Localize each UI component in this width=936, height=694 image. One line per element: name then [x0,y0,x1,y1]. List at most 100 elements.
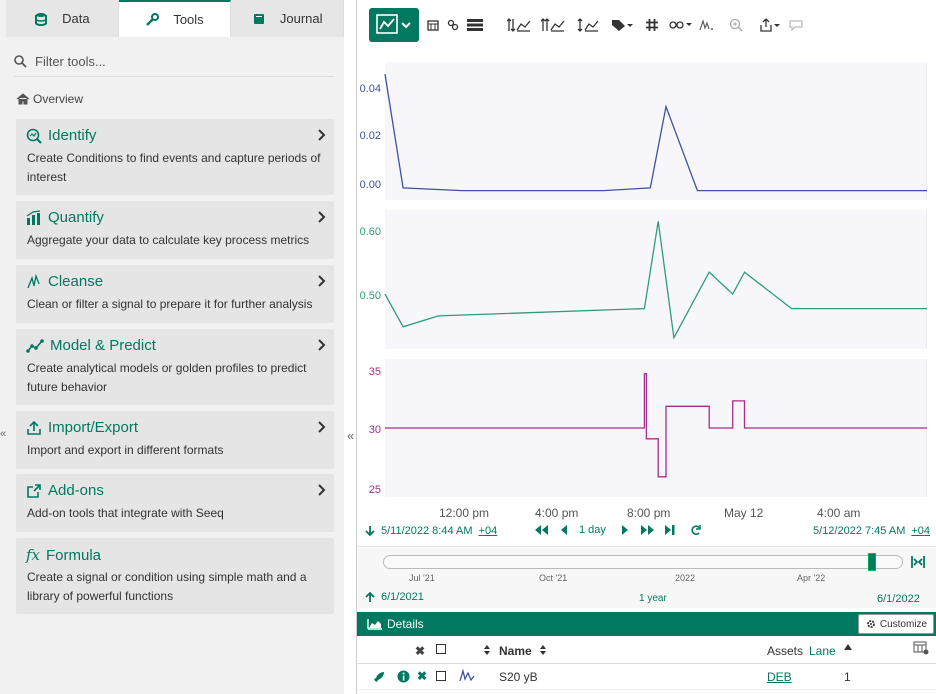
sort-icon[interactable] [539,644,547,656]
time-step-controls: 1 day [533,524,702,536]
y-tick: 0.04 [359,83,381,95]
tool-title: Add-ons [48,482,104,499]
range-handle[interactable] [868,553,876,571]
details-header[interactable]: Details [357,612,936,636]
tab-bar: Data Tools Journal [6,0,345,37]
tab-data-label: Data [62,11,90,26]
cleanse-icon [27,273,40,288]
info-icon[interactable] [397,670,410,683]
remove-all-icon[interactable]: ✖ [415,644,425,658]
details-title: Details [387,617,424,631]
database-icon [35,12,48,26]
bar-chart-icon [26,209,41,225]
tab-data[interactable]: Data [6,0,119,37]
tool-card-add-ons[interactable]: Add-ons Add-on tools that integrate with… [16,474,334,532]
step-forward-full-icon[interactable] [640,524,656,536]
wrench-icon [146,12,160,26]
y-tick: 0.02 [359,130,381,142]
tool-title: Model & Predict [50,337,156,354]
remove-item-icon[interactable]: ✖ [417,669,427,683]
tool-card-identify[interactable]: Identify Create Conditions to find event… [16,119,334,195]
zoom-to-fit-icon[interactable] [911,555,925,569]
step-back-full-icon[interactable] [533,524,549,536]
start-time-label: 5/11/2022 8:44 AM [381,525,473,537]
series-line-2 [384,221,927,340]
overview-label: Overview [33,92,84,106]
row-checkbox[interactable] [436,671,446,681]
column-lane[interactable]: Lane [809,644,836,658]
fx-icon: fx [26,546,41,564]
tool-card-import-export[interactable]: Import/Export Import and export in diffe… [16,411,334,469]
step-back-icon[interactable] [559,524,569,536]
range-span-label[interactable]: 1 year [639,593,667,604]
y-tick: 25 [368,484,381,496]
y-tick: 0.60 [359,226,381,238]
range-tick: Jul '21 [409,573,435,583]
arrow-down-icon [365,526,375,537]
tool-description: Create analytical models or golden profi… [27,361,307,394]
customize-button[interactable]: Customize [858,614,934,634]
trend-plot [384,73,927,478]
skip-to-now-icon[interactable] [664,524,676,536]
tool-description: Create Conditions to find events and cap… [27,151,321,184]
start-offset-link[interactable]: +04 [479,525,498,537]
start-time[interactable]: 5/11/2022 8:44 AM +04 [365,525,497,537]
collapse-panel-button[interactable]: « [347,428,354,443]
arrow-up-icon [365,591,375,602]
refresh-icon[interactable] [690,524,702,536]
x-tick: 12:00 pm [439,506,490,520]
tool-card-quantify[interactable]: Quantify Aggregate your data to calculat… [16,201,334,259]
x-tick: 8:00 pm [627,506,671,520]
x-tick: 4:00 pm [535,506,579,520]
column-name[interactable]: Name [499,644,532,658]
tool-description: Create a signal or condition using simpl… [27,570,307,603]
series-line-1 [384,73,927,192]
range-start-label: 6/1/2021 [381,591,424,603]
y-tick: 0.50 [359,290,381,302]
step-forward-icon[interactable] [620,524,630,536]
tool-description: Clean or filter a signal to prepare it f… [27,297,313,311]
chevron-right-icon [318,484,326,496]
chevron-right-icon [318,421,326,433]
tool-card-model-predict[interactable]: Model & Predict Create analytical models… [16,329,334,405]
tool-title: Cleanse [48,273,104,290]
tab-tools[interactable]: Tools [118,0,232,37]
overview-link[interactable]: Overview [16,92,83,106]
book-icon [253,13,264,24]
column-assets[interactable]: Assets [767,644,803,658]
end-offset-link[interactable]: +04 [911,525,930,537]
rocket-icon[interactable] [373,671,385,683]
select-all-checkbox[interactable] [436,644,446,654]
collapse-left-handle[interactable]: « [0,428,6,440]
chevron-right-icon [318,339,326,351]
row-name: S20 yB [499,670,538,684]
range-start[interactable]: 6/1/2021 [365,591,424,603]
row-asset-link[interactable]: DEB [767,670,792,684]
period-label[interactable]: 1 day [579,524,606,536]
external-link-icon [27,483,41,498]
tab-journal[interactable]: Journal [231,0,345,37]
chevron-right-icon [318,211,326,223]
filter-placeholder: Filter tools... [35,54,106,69]
column-settings-icon[interactable] [913,641,929,655]
tool-card-cleanse[interactable]: Cleanse Clean or filter a signal to prep… [16,265,334,323]
area-chart-icon [367,619,382,630]
sort-icon[interactable] [483,644,491,656]
range-slider[interactable] [383,553,903,571]
chevron-right-icon [318,129,326,141]
end-time[interactable]: 5/12/2022 7:45 AM +04 [813,525,930,537]
series-line-3 [385,373,927,478]
table-row[interactable]: ✖ S20 yB DEB 1 [357,664,936,690]
y-tick: 0.00 [359,179,381,191]
tool-description: Add-on tools that integrate with Seeq [27,506,224,520]
identify-icon [26,128,42,144]
tool-card-formula[interactable]: fx Formula Create a signal or condition u… [16,538,334,614]
customize-label: Customize [879,618,928,630]
sort-ascending-icon[interactable] [844,644,852,650]
tool-title: Import/Export [48,419,139,436]
tool-title: Identify [48,127,97,144]
home-icon [16,93,30,105]
model-icon [26,338,44,353]
range-end-label[interactable]: 6/1/2022 [877,593,920,605]
filter-tools-input[interactable]: Filter tools... [14,47,334,77]
